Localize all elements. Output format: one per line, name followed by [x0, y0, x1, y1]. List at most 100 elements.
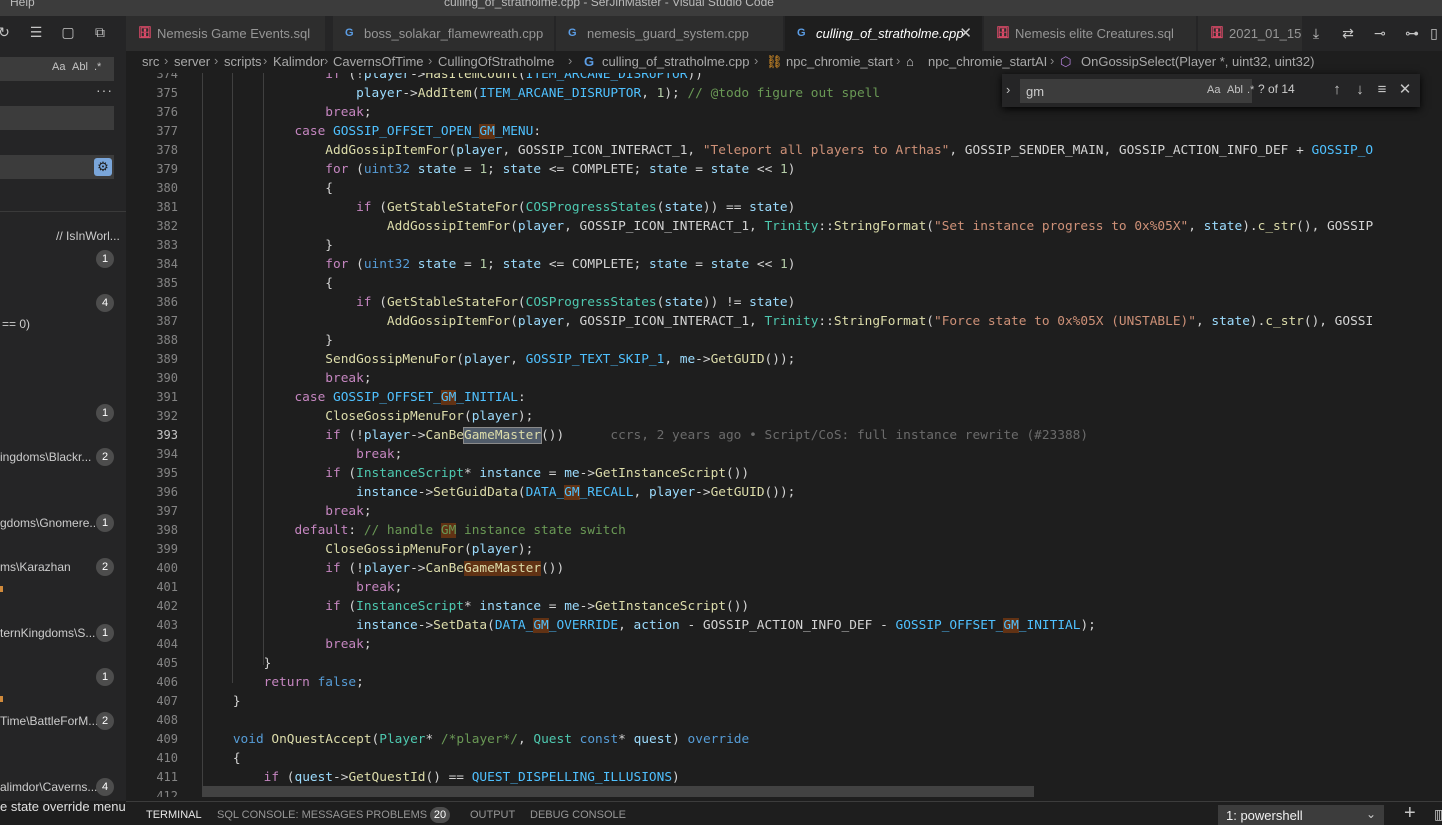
code-lines[interactable]: if (!player->HasItemCount(ITEM_ARCANE_DI… [202, 73, 1442, 797]
code-line[interactable]: if (InstanceScript* instance = me->GetIn… [202, 464, 749, 483]
code-line[interactable]: instance->SetGuidData(DATA_GM_RECALL, pl… [202, 483, 795, 502]
result-file[interactable]: ingdoms\Blackr... [0, 450, 91, 464]
code-line[interactable]: case GOSSIP_OFFSET_OPEN_GM_MENU: [202, 122, 541, 141]
code-line[interactable]: AddGossipItemFor(player, GOSSIP_ICON_INT… [202, 141, 1373, 160]
find-input[interactable]: gm Aa Abl .* [1020, 79, 1254, 103]
tab-terminal[interactable]: TERMINAL [146, 809, 202, 821]
code-line[interactable]: break; [202, 502, 371, 521]
code-line[interactable]: { [202, 274, 333, 293]
code-line[interactable]: void OnQuestAccept(Player* /*player*/, Q… [202, 730, 749, 749]
breadcrumb-item[interactable]: OnGossipSelect(Player *, uint32, uint32) [1081, 54, 1314, 69]
code-line[interactable]: break; [202, 578, 402, 597]
code-line[interactable]: instance->SetData(DATA_GM_OVERRIDE, acti… [202, 616, 1096, 635]
code-line[interactable]: AddGossipItemFor(player, GOSSIP_ICON_INT… [202, 217, 1373, 236]
code-line[interactable]: } [202, 331, 333, 350]
code-line[interactable]: AddGossipItemFor(player, GOSSIP_ICON_INT… [202, 312, 1373, 331]
regex-icon[interactable]: .* [1247, 84, 1254, 96]
result-file[interactable]: ms\Karazhan [0, 560, 71, 574]
result-file[interactable]: Time\BattleForM... [0, 714, 98, 728]
tab-2021-01-15[interactable]: 🗄 2021_01_15 [1198, 16, 1308, 51]
result-file[interactable]: gdoms\Gnomere... [0, 516, 99, 530]
code-line[interactable]: if (GetStableStateFor(COSProgressStates(… [202, 198, 795, 217]
tab-sql-console-messages[interactable]: SQL CONSOLE: MESSAGES [217, 809, 363, 821]
toggle-replace-chevron-icon[interactable]: › [1006, 82, 1010, 97]
terminal-select[interactable]: 1: powershell ⌄ [1218, 805, 1384, 825]
code-editor[interactable]: 374 375 376 377 378 379 380 381 382 383 … [126, 73, 1442, 797]
whole-word-icon[interactable]: Abl [1227, 84, 1243, 96]
code-line[interactable]: for (uint32 state = 1; state <= COMPLETE… [202, 160, 795, 179]
tab-debug-console[interactable]: DEBUG CONSOLE [530, 809, 626, 821]
tab-nemesis-game-events[interactable]: 🗄 Nemesis Game Events.sql [126, 16, 326, 51]
code-line[interactable]: default: // handle GM instance state swi… [202, 521, 626, 540]
code-line[interactable]: break; [202, 635, 371, 654]
result-file[interactable]: ternKingdoms\S... [0, 626, 95, 640]
clear-results-icon[interactable]: ☰ [28, 24, 44, 40]
regex-icon[interactable]: .* [94, 61, 101, 73]
code-line[interactable]: CloseGossipMenuFor(player); [202, 407, 533, 426]
files-to-include-input[interactable] [0, 106, 114, 130]
breadcrumb-item[interactable]: src [142, 54, 159, 69]
breadcrumb-item[interactable]: npc_chromie_startAI [928, 54, 1047, 69]
code-line[interactable]: return false; [202, 673, 364, 692]
code-line[interactable]: if (!player->HasItemCount(ITEM_ARCANE_DI… [202, 73, 703, 84]
search-input[interactable]: Aa Abl .* [0, 57, 114, 81]
search-details-toggle[interactable]: ··· [96, 82, 113, 98]
files-to-exclude-input[interactable]: ⚙ [0, 155, 114, 179]
code-line[interactable]: break; [202, 103, 371, 122]
new-search-editor-icon[interactable]: ▢ [60, 24, 76, 40]
next-match-arrow-down-icon[interactable]: ↓ [1351, 80, 1369, 100]
code-line[interactable]: if (quest->GetQuestId() == QUEST_DISPELL… [202, 768, 680, 787]
code-line[interactable]: } [202, 654, 272, 673]
collapse-all-icon[interactable]: ⧉ [92, 24, 108, 40]
tab-culling-of-stratholme[interactable]: G culling_of_stratholme.cpp ✕ [785, 16, 983, 51]
result-text[interactable]: // IsInWorl... [56, 229, 120, 243]
code-line[interactable]: break; [202, 445, 402, 464]
code-line-current[interactable]: if (!player->CanBeGameMaster()) ccrs, 2 … [202, 426, 1088, 445]
refresh-icon[interactable]: ↻ [0, 24, 12, 40]
code-line[interactable]: if (InstanceScript* instance = me->GetIn… [202, 597, 749, 616]
code-line[interactable]: case GOSSIP_OFFSET_GM_INITIAL: [202, 388, 526, 407]
git-changes-icon[interactable]: ⊶ [1404, 25, 1420, 41]
code-line[interactable]: } [202, 692, 241, 711]
split-editor-icon[interactable]: ▯ [1426, 25, 1442, 41]
find-in-selection-icon[interactable]: ≡ [1373, 80, 1391, 100]
git-commit-icon[interactable]: ⊸ [1372, 25, 1388, 41]
result-text[interactable]: == 0) [2, 317, 30, 331]
code-line[interactable]: { [202, 179, 333, 198]
compare-icon[interactable]: ⇄ [1340, 25, 1356, 41]
close-icon[interactable]: ✕ [1396, 80, 1414, 100]
new-terminal-plus-icon[interactable]: + [1404, 802, 1416, 825]
code-line[interactable]: CloseGossipMenuFor(player); [202, 540, 533, 559]
breadcrumb-item[interactable]: culling_of_stratholme.cpp [602, 54, 749, 69]
breadcrumb-item[interactable]: CavernsOfTime [333, 54, 424, 69]
code-line[interactable]: player->AddItem(ITEM_ARCANE_DISRUPTOR, 1… [202, 84, 880, 103]
tab-boss-solakar[interactable]: G boss_solakar_flamewreath.cpp [333, 16, 555, 51]
whole-word-icon[interactable]: Abl [72, 61, 88, 73]
code-line[interactable]: break; [202, 369, 371, 388]
menu-help[interactable]: Help [10, 0, 35, 9]
tab-problems[interactable]: PROBLEMS [366, 809, 427, 821]
code-line[interactable]: } [202, 236, 333, 255]
download-icon[interactable]: ⤓ [1308, 25, 1324, 41]
code-line[interactable]: { [202, 749, 241, 768]
result-file[interactable]: alimdor\Caverns... [0, 780, 97, 794]
close-icon[interactable]: ✕ [959, 24, 972, 42]
tab-output[interactable]: OUTPUT [470, 809, 515, 821]
code-line[interactable]: for (uint32 state = 1; state <= COMPLETE… [202, 255, 795, 274]
use-exclude-settings-icon[interactable]: ⚙ [94, 158, 112, 176]
breadcrumb-item[interactable]: server [174, 54, 210, 69]
match-case-icon[interactable]: Aa [52, 61, 65, 73]
code-line[interactable]: if (GetStableStateFor(COSProgressStates(… [202, 293, 795, 312]
split-terminal-icon[interactable]: ▥ [1434, 806, 1442, 823]
code-line[interactable]: if (!player->CanBeGameMaster()) [202, 559, 564, 578]
breadcrumb-item[interactable]: CullingOfStratholme [438, 54, 554, 69]
tab-nemesis-guard-system[interactable]: G nemesis_guard_system.cpp [556, 16, 784, 51]
result-match-text[interactable]: e state override menu [0, 799, 126, 819]
breadcrumb-item[interactable]: Kalimdor [273, 54, 324, 69]
previous-match-arrow-up-icon[interactable]: ↑ [1328, 80, 1346, 100]
match-case-icon[interactable]: Aa [1207, 84, 1220, 96]
code-line[interactable]: SendGossipMenuFor(player, GOSSIP_TEXT_SK… [202, 350, 795, 369]
breadcrumb-item[interactable]: scripts [224, 54, 262, 69]
horizontal-scrollbar[interactable] [202, 786, 1034, 797]
tab-nemesis-elite-creatures[interactable]: 🗄 Nemesis elite Creatures.sql [984, 16, 1197, 51]
